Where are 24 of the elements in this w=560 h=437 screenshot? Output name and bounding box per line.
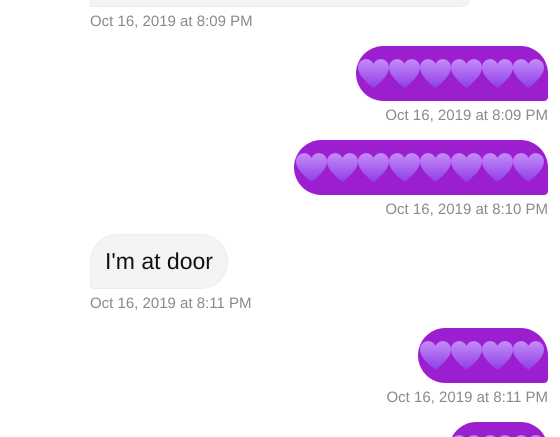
heart-icon	[419, 151, 452, 184]
message-timestamp: Oct 16, 2019 at 8:11 PM	[386, 389, 548, 406]
message-text: I'm at door	[105, 248, 213, 275]
heart-icon	[388, 57, 421, 90]
heart-icon	[357, 57, 390, 90]
heart-icon	[357, 151, 390, 184]
heart-icon	[419, 57, 452, 90]
heart-icon	[512, 339, 545, 372]
heart-icon	[512, 57, 545, 90]
heart-icon	[326, 151, 359, 184]
heart-icon	[450, 339, 483, 372]
heart-icon	[295, 151, 328, 184]
heart-icon	[419, 339, 452, 372]
heart-icon	[512, 151, 545, 184]
heart-icon	[450, 151, 483, 184]
heart-icon	[481, 151, 514, 184]
heart-icon	[481, 339, 514, 372]
heart-icon	[450, 57, 483, 90]
message-timestamp: Oct 16, 2019 at 8:11 PM	[90, 295, 252, 312]
message-timestamp: Oct 16, 2019 at 8:09 PM	[90, 13, 253, 30]
message-timestamp: Oct 16, 2019 at 8:09 PM	[385, 107, 548, 124]
message-timestamp: Oct 16, 2019 at 8:10 PM	[385, 201, 548, 218]
heart-icon	[481, 57, 514, 90]
heart-icon	[388, 151, 421, 184]
